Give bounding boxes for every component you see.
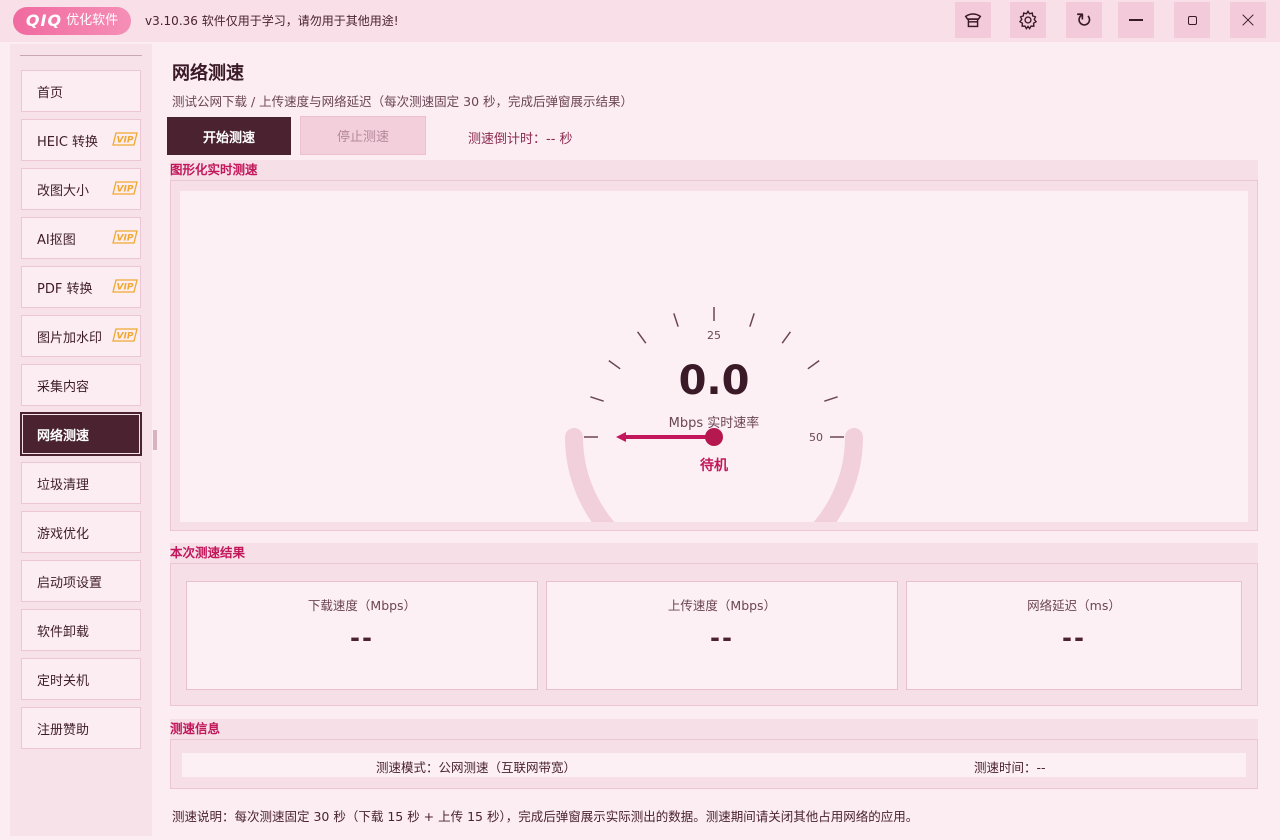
start-test-button[interactable]: 开始测速 — [167, 117, 291, 155]
countdown-text: 测速倒计时：-- 秒 — [468, 132, 573, 147]
refresh-button[interactable]: ↻ — [1066, 2, 1102, 38]
sidebar-item-8[interactable]: 垃圾清理 — [21, 462, 141, 504]
footer-note: 测速说明：每次测速固定 30 秒（下载 15 秒 + 上传 15 秒），完成后弹… — [172, 809, 919, 824]
upload-speed-label: 上传速度（Mbps） — [667, 598, 777, 613]
test-time-text: 测速时间：-- — [974, 760, 1046, 775]
vip-badge-text: VIP — [117, 185, 134, 195]
gauge-panel: 25 50 0.0 Mbps 实时速率 待机 — [180, 191, 1248, 522]
gauge-tick — [781, 331, 792, 344]
sidebar-item-label: 网络测速 — [37, 428, 90, 444]
sidebar-item-2[interactable]: 改图大小 VIP — [21, 168, 141, 210]
version-text: v3.10.36 软件仅用于学习，请勿用于其他用途! — [145, 14, 399, 28]
sidebar-resize-handle[interactable] — [153, 430, 157, 450]
vip-badge-text: VIP — [117, 234, 134, 244]
info-row: 测速模式：公网测速（互联网带宽） 测速时间：-- — [182, 753, 1246, 777]
vip-badge-icon: VIP — [112, 132, 138, 146]
sidebar-item-label: 图片加水印 — [37, 330, 103, 346]
sidebar-item-12[interactable]: 定时关机 — [21, 658, 141, 700]
vip-badge-text: VIP — [117, 332, 134, 342]
download-speed-value: -- — [350, 624, 374, 652]
sidebar-item-5[interactable]: 图片加水印 VIP — [21, 315, 141, 357]
app-logo: QIQ 优化软件 — [13, 7, 131, 35]
minimize-button[interactable] — [1118, 2, 1154, 38]
tick-label-25: 25 — [707, 329, 721, 342]
sidebar-item-6[interactable]: 采集内容 — [21, 364, 141, 406]
tick-label-50: 50 — [809, 431, 823, 444]
sidebar-item-label: PDF 转换 — [37, 281, 93, 297]
close-icon — [1242, 14, 1254, 26]
minimize-icon — [1129, 19, 1143, 21]
sidebar-item-label: 垃圾清理 — [37, 477, 90, 493]
sidebar-item-label: 注册赞助 — [37, 722, 90, 738]
sidebar: 首页 HEIC 转换 VIP 改图大小 VIP AI抠图 VIP PDF 转换 VIP 图片加水印… — [10, 44, 152, 836]
sidebar-item-10[interactable]: 启动项设置 — [21, 560, 141, 602]
vip-badge-icon: VIP — [112, 328, 138, 342]
gauge-section-header: 图形化实时测速 — [170, 160, 1258, 180]
gauge-tick — [749, 313, 755, 327]
refresh-icon: ↻ — [1075, 8, 1093, 32]
sidebar-item-label: 软件卸载 — [37, 624, 90, 640]
gear-icon — [1018, 9, 1038, 30]
sidebar-item-9[interactable]: 游戏优化 — [21, 511, 141, 553]
sidebar-item-13[interactable]: 注册赞助 — [21, 707, 141, 749]
hat-icon — [964, 13, 982, 28]
gauge-arc — [565, 428, 863, 522]
vip-badge-icon: VIP — [112, 181, 138, 195]
sidebar-item-11[interactable]: 软件卸载 — [21, 609, 141, 651]
gauge-unit-label: Mbps 实时速率 — [668, 416, 760, 431]
results-section-header: 本次测速结果 — [170, 543, 1258, 563]
sidebar-divider — [20, 55, 142, 56]
page-subtitle: 测试公网下载 / 上传速度与网络延迟（每次测速固定 30 秒，完成后弹窗展示结果… — [172, 94, 634, 109]
sidebar-item-4[interactable]: PDF 转换 VIP — [21, 266, 141, 308]
title-bar: QIQ 优化软件 v3.10.36 软件仅用于学习，请勿用于其他用途! ↻ — [0, 0, 1280, 42]
hat-button[interactable] — [955, 2, 991, 38]
sidebar-item-label: 游戏优化 — [37, 526, 90, 542]
info-section-header: 测速信息 — [170, 719, 1258, 739]
vip-badge-icon: VIP — [112, 230, 138, 244]
latency-card: 网络延迟（ms） -- — [906, 581, 1242, 690]
page-title: 网络测速 — [172, 63, 244, 84]
sidebar-item-3[interactable]: AI抠图 VIP — [21, 217, 141, 259]
latency-value: -- — [1062, 624, 1086, 652]
download-speed-label: 下载速度（Mbps） — [307, 598, 417, 613]
gauge-value: 0.0 — [678, 358, 750, 404]
latency-label: 网络延迟（ms） — [1027, 598, 1121, 613]
brand-mark: QIQ — [25, 11, 63, 30]
settings-button[interactable] — [1010, 2, 1046, 38]
sidebar-item-label: 启动项设置 — [37, 575, 103, 591]
download-speed-card: 下载速度（Mbps） -- — [186, 581, 538, 690]
vip-badge-text: VIP — [117, 136, 134, 146]
sidebar-item-label: AI抠图 — [37, 232, 76, 248]
vip-badge-icon: VIP — [112, 279, 138, 293]
sidebar-item-label: 首页 — [37, 85, 64, 101]
sidebar-item-label: 定时关机 — [37, 673, 90, 689]
sidebar-item-label: 采集内容 — [37, 379, 90, 395]
sidebar-item-label: HEIC 转换 — [37, 134, 99, 150]
sidebar-item-label: 改图大小 — [37, 183, 90, 199]
sidebar-item-0[interactable]: 首页 — [21, 70, 141, 112]
test-mode-text: 测速模式：公网测速（互联网带宽） — [376, 760, 577, 775]
maximize-icon — [1187, 15, 1197, 25]
gauge-needle-tip — [616, 432, 626, 442]
upload-speed-value: -- — [710, 624, 734, 652]
close-button[interactable] — [1230, 2, 1266, 38]
vip-badge-text: VIP — [117, 283, 134, 293]
stop-test-button[interactable]: 停止测速 — [300, 116, 426, 155]
upload-speed-card: 上传速度（Mbps） -- — [546, 581, 898, 690]
maximize-button[interactable] — [1174, 2, 1210, 38]
sidebar-item-1[interactable]: HEIC 转换 VIP — [21, 119, 141, 161]
brand-name: 优化软件 — [66, 13, 119, 28]
gauge-tick — [673, 313, 679, 327]
sidebar-item-7[interactable]: 网络测速 — [21, 413, 141, 455]
gauge-tick — [636, 331, 647, 344]
gauge-status: 待机 — [700, 458, 728, 474]
